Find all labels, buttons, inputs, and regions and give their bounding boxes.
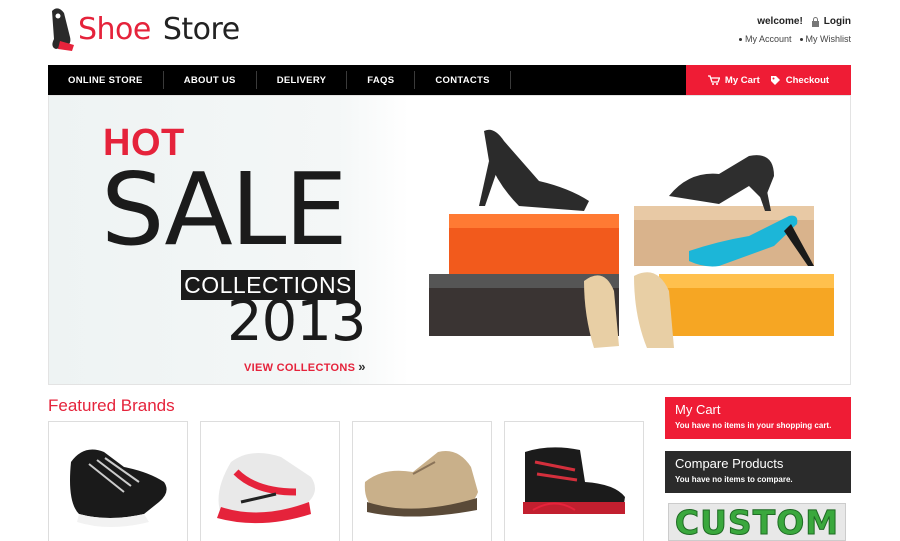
featured-brands-title: Featured Brands xyxy=(48,396,175,415)
logo[interactable]: Shoe Store xyxy=(48,6,240,54)
checkout-link[interactable]: Checkout xyxy=(770,75,829,86)
sidebar-cart-text: You have no items in your shopping cart. xyxy=(675,421,832,430)
nav-online-store[interactable]: ONLINE STORE xyxy=(48,71,164,89)
page: Shoe Store welcome! Login My Account My … xyxy=(0,0,900,541)
high-top-sneaker-image xyxy=(523,447,625,514)
tag-icon xyxy=(770,75,780,85)
view-collections-label: VIEW COLLECTONS xyxy=(244,362,356,374)
featured-products-list xyxy=(48,421,644,541)
product-card-red-runner[interactable] xyxy=(200,421,340,541)
shoes-on-boxes-image xyxy=(429,129,834,348)
my-account-label: My Account xyxy=(744,34,792,44)
my-wishlist-link[interactable]: My Wishlist xyxy=(799,34,852,44)
nav-contacts[interactable]: CONTACTS xyxy=(415,71,511,89)
hero-banner[interactable]: HOT SALE COLLECTIONS 2013 VIEW COLLECTON… xyxy=(48,95,851,385)
custom-banner[interactable]: CUSTOM xyxy=(668,502,846,541)
sidebar-compare-box: Compare Products You have no items to co… xyxy=(665,451,851,493)
double-arrow-icon: » xyxy=(358,359,366,374)
product-card-beige-shoe[interactable] xyxy=(352,421,492,541)
nav-about-us[interactable]: ABOUT US xyxy=(164,71,257,89)
checkout-label: Checkout xyxy=(785,74,830,86)
sidebar-cart-box: My Cart You have no items in your shoppi… xyxy=(665,397,851,439)
logo-store-text: Store xyxy=(162,12,240,47)
black-sneaker-image xyxy=(70,449,167,527)
view-collections-link[interactable]: VIEW COLLECTONS» xyxy=(244,359,366,374)
my-cart-label: My Cart xyxy=(724,74,760,86)
header-user-area: welcome! Login My Account My Wishlist xyxy=(738,16,852,44)
lock-icon xyxy=(811,16,819,27)
my-cart-link[interactable]: My Cart xyxy=(707,74,760,86)
login-link[interactable]: Login xyxy=(811,16,851,27)
banner-sale: SALE xyxy=(101,151,348,268)
nav-faqs[interactable]: FAQS xyxy=(347,71,416,89)
main-nav: ONLINE STORE ABOUT US DELIVERY FAQS CONT… xyxy=(48,65,851,95)
cart-icon xyxy=(707,75,720,85)
beige-shoe-image xyxy=(364,451,478,517)
my-account-link[interactable]: My Account xyxy=(738,34,792,44)
nav-cart-area: My Cart Checkout xyxy=(686,65,851,95)
sidebar-compare-title: Compare Products xyxy=(675,456,784,471)
login-label: Login xyxy=(823,16,851,27)
nav-delivery[interactable]: DELIVERY xyxy=(257,71,348,89)
logo-shoe-text: Shoe xyxy=(78,12,151,47)
sidebar-compare-text: You have no items to compare. xyxy=(675,475,793,484)
sidebar-cart-title: My Cart xyxy=(675,402,721,417)
red-running-shoe-image xyxy=(217,453,315,524)
my-wishlist-label: My Wishlist xyxy=(805,34,852,44)
logo-pin-icon xyxy=(48,7,76,53)
product-card-high-top[interactable] xyxy=(504,421,644,541)
product-card-black-sneaker[interactable] xyxy=(48,421,188,541)
banner-year: 2013 xyxy=(227,289,367,354)
welcome-text: welcome! xyxy=(757,16,803,27)
